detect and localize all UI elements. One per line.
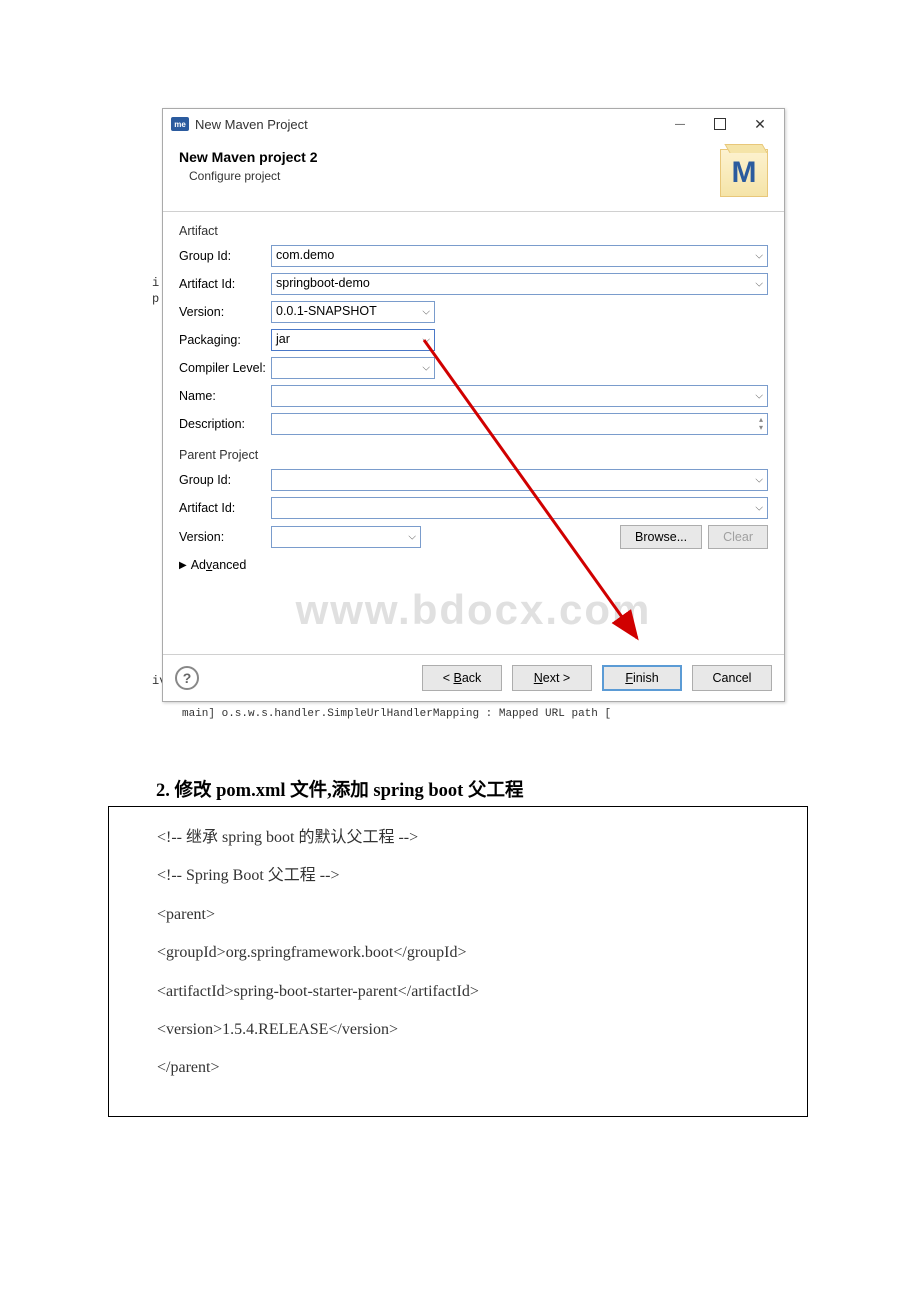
titlebar: me New Maven Project [163, 109, 784, 139]
help-button[interactable]: ? [175, 666, 199, 690]
packaging-input[interactable]: jar ⌵ [271, 329, 435, 351]
wizard-banner: New Maven project 2 Configure project M [163, 139, 784, 212]
triangle-right-icon: ▶ [179, 560, 187, 571]
packaging-value: jar [276, 332, 290, 346]
spinner-icon: ▴▾ [759, 416, 763, 432]
code-fragment: i [152, 276, 159, 290]
name-label: Name: [179, 389, 271, 403]
next-button[interactable]: Next > [512, 665, 592, 691]
console-fragment: main] o.s.w.s.handler.SimpleUrlHandlerMa… [182, 708, 611, 720]
clear-button[interactable]: Clear [708, 525, 768, 549]
window-title: New Maven Project [195, 117, 660, 132]
code-line: <groupId>org.springframework.boot</group… [157, 934, 791, 972]
form-area: Artifact Group Id: com.demo ⌵ Artifact I… [163, 212, 784, 654]
wizard-button-bar: ? < Back Next > Finish Cancel [163, 654, 784, 701]
chevron-down-icon: ⌵ [408, 532, 416, 543]
group-id-value: com.demo [276, 248, 334, 262]
parent-section-label: Parent Project [173, 444, 774, 466]
parent-version-input[interactable]: ⌵ [271, 526, 421, 548]
advanced-label: Advanced [191, 558, 247, 572]
maximize-button[interactable] [700, 110, 740, 138]
code-fragment: p [152, 292, 159, 306]
description-input[interactable]: ▴▾ [271, 413, 768, 435]
cancel-button[interactable]: Cancel [692, 665, 772, 691]
chevron-down-icon: ⌵ [755, 279, 763, 290]
version-value: 0.0.1-SNAPSHOT [276, 304, 377, 318]
chevron-down-icon: ⌵ [422, 307, 430, 318]
name-input[interactable]: ⌵ [271, 385, 768, 407]
chevron-down-icon: ⌵ [755, 503, 763, 514]
chevron-down-icon: ⌵ [755, 475, 763, 486]
compiler-level-input[interactable]: ⌵ [271, 357, 435, 379]
chevron-down-icon: ⌵ [755, 391, 763, 402]
code-line: <!-- Spring Boot 父工程 --> [157, 857, 791, 895]
parent-artifact-id-input[interactable]: ⌵ [271, 497, 768, 519]
pom-xml-snippet: <!-- 继承 spring boot 的默认父工程 --> <!-- Spri… [108, 806, 808, 1117]
maven-logo-icon: M [720, 149, 768, 197]
banner-subtitle: Configure project [189, 169, 720, 183]
watermark-text: www.bdocx.com [163, 586, 784, 634]
artifact-id-value: springboot-demo [276, 276, 370, 290]
parent-group-id-label: Group Id: [179, 473, 271, 487]
section-2: 2. 修改 pom.xml 文件,添加 spring boot 父工程 <!--… [108, 776, 808, 1117]
version-label: Version: [179, 305, 271, 319]
code-line: <parent> [157, 896, 791, 934]
banner-title: New Maven project 2 [179, 149, 720, 165]
minimize-button[interactable] [660, 110, 700, 138]
parent-artifact-id-label: Artifact Id: [179, 501, 271, 515]
parent-group-id-input[interactable]: ⌵ [271, 469, 768, 491]
group-id-input[interactable]: com.demo ⌵ [271, 245, 768, 267]
advanced-toggle[interactable]: ▶ Advanced [173, 552, 774, 578]
section-2-heading: 2. 修改 pom.xml 文件,添加 spring boot 父工程 [156, 776, 808, 802]
browse-button[interactable]: Browse... [620, 525, 702, 549]
code-line: <!-- 继承 spring boot 的默认父工程 --> [157, 819, 791, 857]
description-label: Description: [179, 417, 271, 431]
artifact-section-label: Artifact [173, 220, 774, 242]
app-icon: me [171, 117, 189, 131]
chevron-down-icon: ⌵ [755, 251, 763, 262]
packaging-label: Packaging: [179, 333, 271, 347]
code-line: <version>1.5.4.RELEASE</version> [157, 1011, 791, 1049]
group-id-label: Group Id: [179, 249, 271, 263]
artifact-id-input[interactable]: springboot-demo ⌵ [271, 273, 768, 295]
chevron-down-icon: ⌵ [422, 363, 430, 374]
new-maven-project-dialog: me New Maven Project New Maven project 2… [162, 108, 785, 702]
close-button[interactable] [740, 110, 780, 138]
compiler-level-label: Compiler Level: [179, 361, 271, 375]
chevron-down-icon: ⌵ [422, 335, 430, 346]
version-input[interactable]: 0.0.1-SNAPSHOT ⌵ [271, 301, 435, 323]
code-line: <artifactId>spring-boot-starter-parent</… [157, 973, 791, 1011]
artifact-id-label: Artifact Id: [179, 277, 271, 291]
back-button[interactable]: < Back [422, 665, 502, 691]
parent-version-label: Version: [179, 530, 271, 544]
code-line: </parent> [157, 1049, 791, 1087]
finish-button[interactable]: Finish [602, 665, 682, 691]
